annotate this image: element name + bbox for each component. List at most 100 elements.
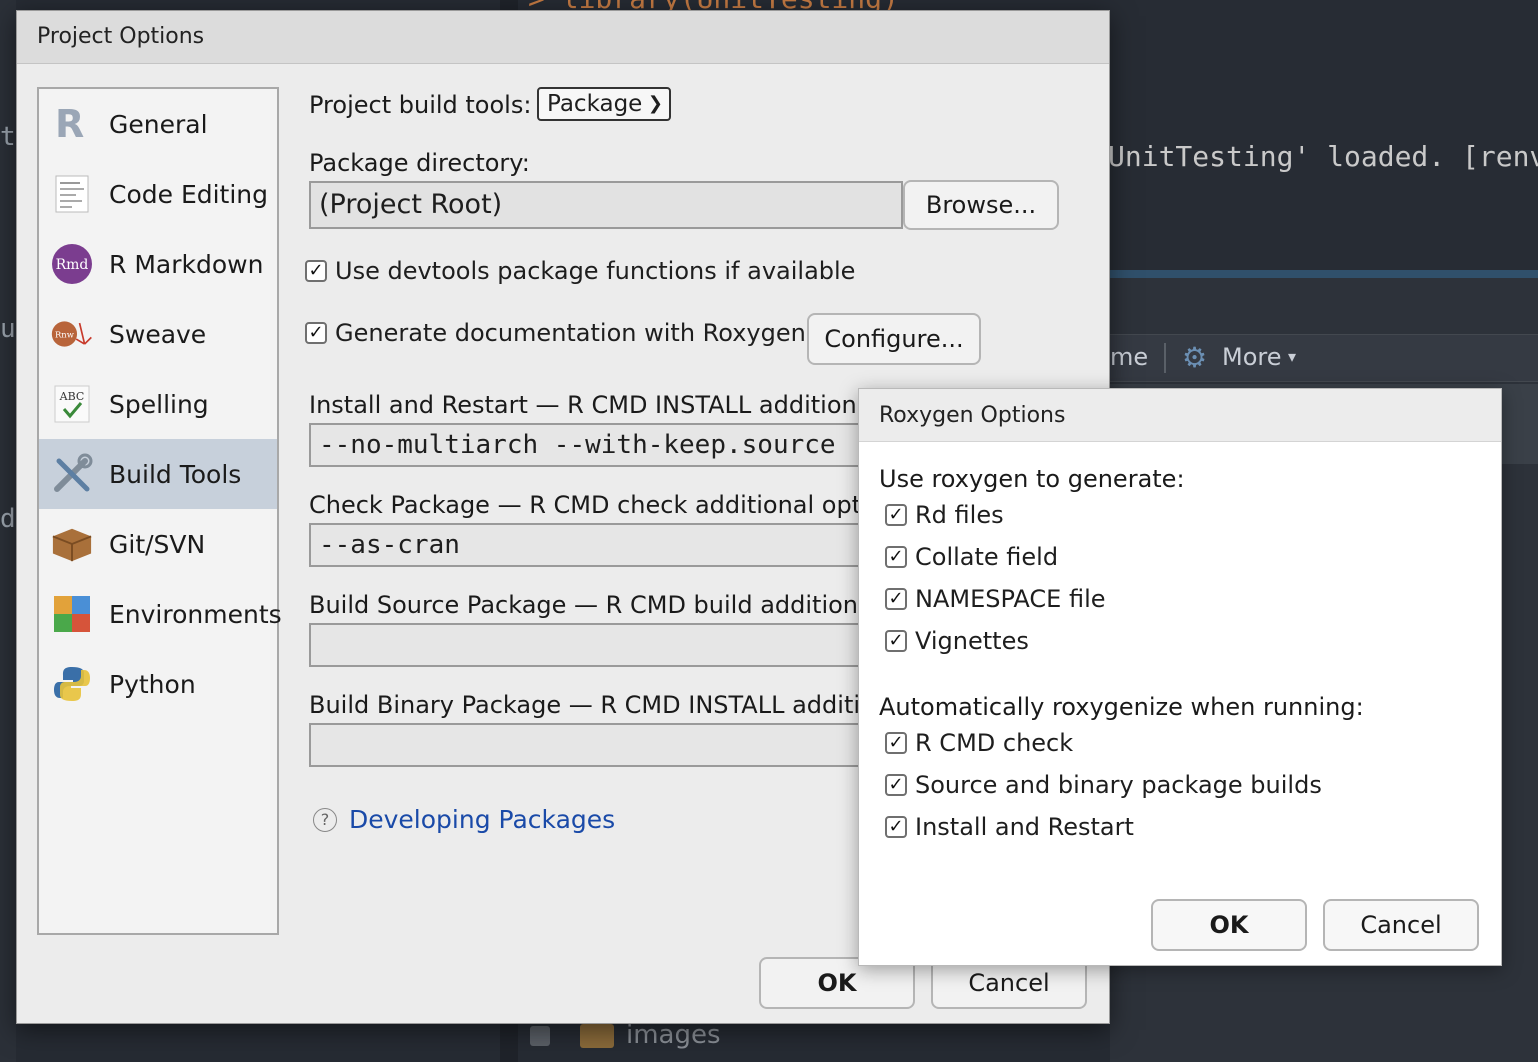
sidebar-item-label: Environments [109, 599, 282, 629]
code-editing-icon [51, 173, 93, 215]
sidebar-item-label: Git/SVN [109, 529, 206, 559]
install-args-field[interactable]: --no-multiarch --with-keep.source [309, 423, 869, 467]
r-cmd-check-checkbox[interactable]: ✓ [885, 732, 907, 754]
install-args-label: Install and Restart — R CMD INSTALL addi… [309, 391, 879, 419]
ide-edge-letter: t [0, 122, 16, 152]
rmd-icon: Rmd [51, 243, 93, 285]
sidebar-item-label: R Markdown [109, 249, 264, 279]
rox-option-rd-files[interactable]: ✓ Rd files [885, 501, 1004, 529]
sidebar-item-sweave[interactable]: Rnw Sweave [39, 299, 277, 369]
devtools-checkbox[interactable]: ✓ [305, 260, 327, 282]
rox-option-collate-field[interactable]: ✓ Collate field [885, 543, 1058, 571]
help-icon[interactable]: ? [313, 807, 337, 832]
check-args-field[interactable]: --as-cran [309, 523, 869, 567]
sidebar-item-label: Python [109, 669, 196, 699]
git-box-icon [51, 523, 93, 565]
ide-console-output: UnitTesting' loaded. [renv [1108, 140, 1538, 173]
install-restart-label: Install and Restart [915, 813, 1134, 841]
dialog-title: Project Options [17, 11, 1109, 64]
check-args-label: Check Package — R CMD check additional o… [309, 491, 883, 519]
chevron-down-icon: ❯ [647, 93, 663, 114]
sidebar-item-r-markdown[interactable]: Rmd R Markdown [39, 229, 277, 299]
build-tools-icon [51, 453, 93, 495]
sidebar-item-python[interactable]: Python [39, 649, 277, 719]
sidebar-item-label: Code Editing [109, 179, 269, 209]
ide-pane-separator [1110, 270, 1538, 278]
collate-field-checkbox[interactable]: ✓ [885, 546, 907, 568]
build-tools-label: Project build tools: [309, 91, 532, 119]
sidebar-item-label: Spelling [109, 389, 209, 419]
svg-text:R: R [55, 105, 84, 143]
svg-text:ABC: ABC [59, 390, 85, 403]
svg-text:Rnw: Rnw [55, 329, 75, 339]
generate-heading: Use roxygen to generate: [879, 465, 1185, 493]
svg-text:Rmd: Rmd [56, 257, 89, 273]
build-binary-field[interactable] [309, 723, 869, 767]
ide-edge-letter: d [0, 504, 16, 534]
roxygen-ok-button[interactable]: OK [1151, 899, 1307, 951]
sidebar-item-spelling[interactable]: ABC Spelling [39, 369, 277, 439]
toolbar-partial-label[interactable]: me [1110, 343, 1148, 371]
build-source-field[interactable] [309, 623, 869, 667]
auto-roxygenize-heading: Automatically roxygenize when running: [879, 693, 1364, 721]
install-restart-checkbox[interactable]: ✓ [885, 816, 907, 838]
sidebar-item-build-tools[interactable]: Build Tools [39, 439, 277, 509]
package-builds-label: Source and binary package builds [915, 771, 1322, 799]
more-menu-button[interactable]: More [1222, 343, 1282, 371]
build-tools-select-value: Package [547, 91, 643, 117]
rox-option-r-cmd-check[interactable]: ✓ R CMD check [885, 729, 1073, 757]
roxygen-cancel-button[interactable]: Cancel [1323, 899, 1479, 951]
package-directory-label: Package directory: [309, 149, 530, 177]
help-link-row[interactable]: ? Developing Packages [313, 805, 615, 834]
sidebar-item-label: General [109, 109, 208, 139]
r-cmd-check-label: R CMD check [915, 729, 1074, 757]
roxygen-option[interactable]: ✓ Generate documentation with Roxygen [305, 319, 806, 347]
spelling-icon: ABC [51, 383, 93, 425]
build-tools-select[interactable]: Package ❯ [537, 87, 671, 121]
rox-option-package-builds[interactable]: ✓ Source and binary package builds [885, 771, 1322, 799]
devtools-label: Use devtools package functions if availa… [335, 257, 856, 285]
configure-button[interactable]: Configure... [807, 313, 981, 365]
sidebar-item-label: Build Tools [109, 459, 242, 489]
sidebar-item-code-editing[interactable]: Code Editing [39, 159, 277, 229]
sidebar-item-git-svn[interactable]: Git/SVN [39, 509, 277, 579]
namespace-file-label: NAMESPACE file [915, 585, 1106, 613]
folder-icon [580, 1023, 614, 1048]
package-directory-field[interactable]: (Project Root) [309, 181, 903, 229]
ide-files-toolbar: me ⚙ More ▾ [1110, 334, 1538, 382]
rd-files-checkbox[interactable]: ✓ [885, 504, 907, 526]
developing-packages-link[interactable]: Developing Packages [349, 805, 615, 834]
rox-option-namespace-file[interactable]: ✓ NAMESPACE file [885, 585, 1106, 613]
rd-files-label: Rd files [915, 501, 1004, 529]
rox-option-install-restart[interactable]: ✓ Install and Restart [885, 813, 1134, 841]
options-sidebar: R General Code Editing Rmd R Markdown Rn… [37, 87, 282, 935]
vignettes-label: Vignettes [915, 627, 1029, 655]
package-builds-checkbox[interactable]: ✓ [885, 774, 907, 796]
roxygen-checkbox[interactable]: ✓ [305, 322, 327, 344]
environments-icon [51, 593, 93, 635]
gear-icon[interactable]: ⚙ [1182, 341, 1207, 374]
sidebar-item-label: Sweave [109, 319, 207, 349]
roxygen-label: Generate documentation with Roxygen [335, 319, 806, 347]
build-binary-label: Build Binary Package — R CMD INSTALL add… [309, 691, 875, 719]
chevron-down-icon[interactable]: ▾ [1288, 347, 1296, 366]
browse-button[interactable]: Browse... [903, 180, 1059, 230]
roxygen-options-dialog: Roxygen Options Use roxygen to generate:… [858, 388, 1502, 966]
r-logo-icon: R [51, 103, 93, 145]
collate-field-label: Collate field [915, 543, 1059, 571]
sidebar-item-general[interactable]: R General [39, 89, 277, 159]
vignettes-checkbox[interactable]: ✓ [885, 630, 907, 652]
ide-file-row-images[interactable]: images [530, 1020, 721, 1050]
file-checkbox[interactable] [530, 1025, 550, 1046]
ide-console-pane [1110, 0, 1538, 270]
python-icon [51, 663, 93, 705]
namespace-file-checkbox[interactable]: ✓ [885, 588, 907, 610]
file-name: images [626, 1020, 721, 1050]
roxygen-dialog-title: Roxygen Options [859, 389, 1501, 442]
devtools-option[interactable]: ✓ Use devtools package functions if avai… [305, 257, 855, 285]
ide-edge-letter: u [0, 314, 16, 344]
toolbar-separator [1164, 343, 1166, 373]
build-source-label: Build Source Package — R CMD build addit… [309, 591, 880, 619]
sidebar-item-environments[interactable]: Environments [39, 579, 282, 649]
rox-option-vignettes[interactable]: ✓ Vignettes [885, 627, 1029, 655]
